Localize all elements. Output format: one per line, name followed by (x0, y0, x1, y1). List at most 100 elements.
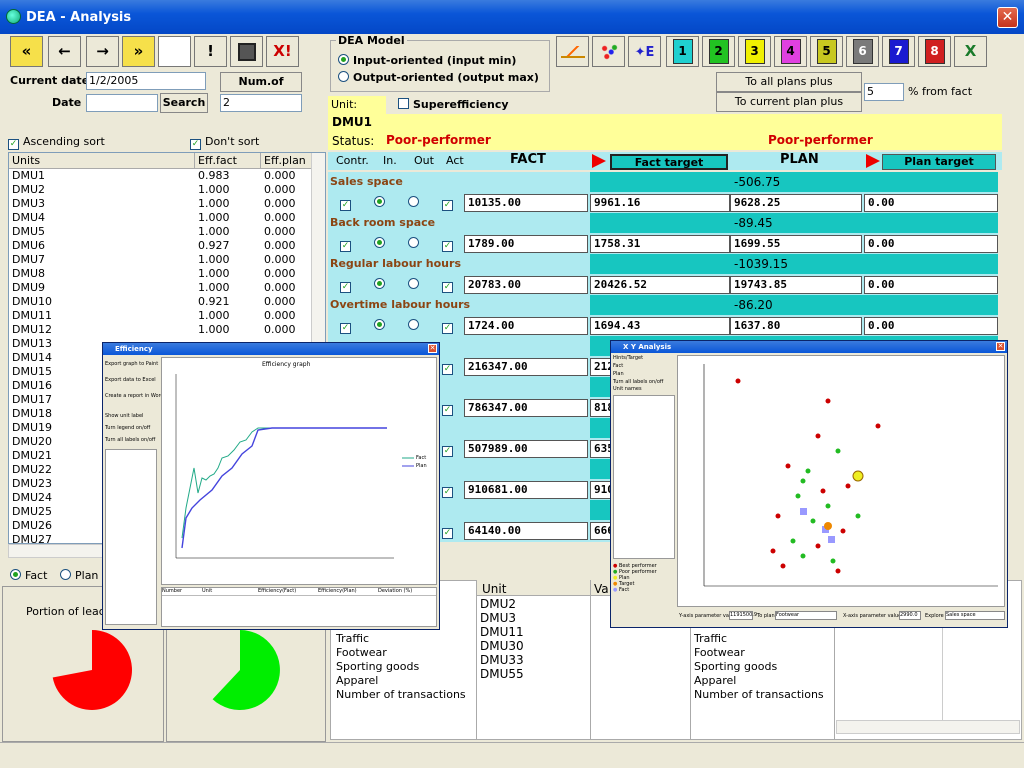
save-button[interactable] (230, 36, 263, 67)
current-date-field[interactable]: 1/2/2005 (86, 72, 206, 90)
explore-button[interactable]: Explore (925, 613, 944, 619)
fact-value-field[interactable]: 1789.00 (464, 235, 588, 253)
out-radio[interactable] (408, 237, 423, 250)
act-checkbox[interactable]: ✓ (442, 442, 457, 457)
to-all-plans-button[interactable]: To all plans plus (716, 72, 862, 92)
to-current-plan-button[interactable]: To current plan plus (716, 92, 862, 112)
contr-checkbox[interactable]: ✓ (340, 278, 355, 293)
list-item[interactable]: DMU11 (480, 625, 524, 639)
list-item[interactable]: DMU55 (480, 667, 524, 681)
x-value-field[interactable]: 2990.0 (899, 611, 921, 620)
table-row[interactable]: DMU2 1.000 0.000 (9, 183, 325, 197)
report-1-button[interactable]: 1 (666, 36, 699, 67)
fact-value-field[interactable]: 20783.00 (464, 276, 588, 294)
plan-target-button[interactable]: Plan target (882, 154, 996, 170)
export-excel-button[interactable]: Export data to Excel (105, 377, 157, 383)
list-item[interactable]: DMU3 (480, 611, 524, 625)
act-checkbox[interactable]: ✓ (442, 196, 457, 211)
xy-close-icon[interactable]: ✕ (996, 342, 1005, 351)
in-radio[interactable] (374, 319, 389, 332)
xy-plan-radio[interactable]: Plan (613, 371, 675, 377)
in-radio[interactable] (374, 196, 389, 209)
fact-target-button[interactable]: Fact target (610, 154, 728, 170)
act-checkbox[interactable]: ✓ (442, 524, 457, 539)
fact-radio[interactable]: Fact (10, 569, 47, 582)
table-row[interactable]: DMU6 0.927 0.000 (9, 239, 325, 253)
table-row[interactable]: DMU8 1.000 0.000 (9, 267, 325, 281)
report-5-button[interactable]: 5 (810, 36, 843, 67)
export-paint-button[interactable]: Export graph to Paint (105, 361, 158, 367)
fact-value-field[interactable]: 216347.00 (464, 358, 588, 376)
table-row[interactable]: DMU5 1.000 0.000 (9, 225, 325, 239)
table-row[interactable]: DMU7 1.000 0.000 (9, 253, 325, 267)
xy-analysis-window[interactable]: X Y Analysis ✕ Hints/Target Fact Plan Tu… (610, 340, 1008, 628)
fact-value-field[interactable]: 507989.00 (464, 440, 588, 458)
report-7-button[interactable]: 7 (882, 36, 915, 67)
input-oriented-radio[interactable]: Input-oriented (input min) (338, 54, 516, 67)
delete-button[interactable]: X! (266, 36, 299, 67)
search-button[interactable]: Search (160, 93, 208, 113)
plan-target-field[interactable]: 0.00 (864, 194, 998, 212)
fact-value-field[interactable]: 10135.00 (464, 194, 588, 212)
act-checkbox[interactable]: ✓ (442, 401, 457, 416)
table-row[interactable]: DMU12 1.000 0.000 (9, 323, 325, 337)
col-units[interactable]: Units (9, 153, 195, 168)
efficiency-close-icon[interactable]: ✕ (428, 344, 437, 353)
plan-target-field[interactable]: 0.00 (864, 235, 998, 253)
efficiency-unit-list[interactable] (105, 449, 157, 625)
fact-value-field[interactable]: 786347.00 (464, 399, 588, 417)
act-checkbox[interactable]: ✓ (442, 360, 457, 375)
list-item[interactable]: DMU2 (480, 597, 524, 611)
graph-button[interactable] (556, 36, 589, 67)
show-unit-label-checkbox[interactable]: Show unit label (105, 413, 157, 419)
num-dates-field[interactable]: 2 (220, 94, 302, 112)
xy-unit-list[interactable] (613, 395, 675, 559)
y-value-field[interactable]: 1191500.9 (729, 611, 757, 620)
in-radio[interactable] (374, 278, 389, 291)
table-row[interactable]: DMU9 1.000 0.000 (9, 281, 325, 295)
superefficiency-checkbox[interactable]: Superefficiency (398, 98, 509, 111)
prev-record-button[interactable]: ← (48, 36, 81, 67)
close-button[interactable]: ✕ (997, 7, 1018, 28)
report-6-button[interactable]: 6 (846, 36, 879, 67)
plan-value-field[interactable]: 1637.80 (730, 317, 862, 335)
fact-target-field[interactable]: 1758.31 (590, 235, 730, 253)
fact-value-field[interactable]: 1724.00 (464, 317, 588, 335)
percent-field[interactable]: 5 (864, 83, 904, 101)
table-row[interactable]: DMU4 1.000 0.000 (9, 211, 325, 225)
act-checkbox[interactable]: ✓ (442, 278, 457, 293)
xy-labels-checkbox[interactable]: Turn all labels on/off (613, 379, 675, 385)
plan-value-field[interactable]: 1699.55 (730, 235, 862, 253)
contr-checkbox[interactable]: ✓ (340, 196, 355, 211)
fact-value-field[interactable]: 910681.00 (464, 481, 588, 499)
xy-fact-radio[interactable]: Fact (613, 363, 675, 369)
ascending-sort-checkbox[interactable]: ✓ Ascending sort (8, 135, 105, 150)
new-document-button[interactable] (158, 36, 191, 67)
col-eff-fact[interactable]: Eff.fact (195, 153, 261, 168)
out-radio[interactable] (408, 319, 423, 332)
report-8-button[interactable]: 8 (918, 36, 951, 67)
y-param-select[interactable]: Footwear (775, 611, 837, 620)
create-word-button[interactable]: Create a report in Word (105, 393, 164, 399)
contr-checkbox[interactable]: ✓ (340, 237, 355, 252)
efficiency-window[interactable]: Efficiency ✕ Export graph to Paint Expor… (102, 342, 440, 630)
table-row[interactable]: DMU11 1.000 0.000 (9, 309, 325, 323)
report-3-button[interactable]: 3 (738, 36, 771, 67)
act-checkbox[interactable]: ✓ (442, 237, 457, 252)
list-button[interactable]: ! (194, 36, 227, 67)
fact-value-field[interactable]: 64140.00 (464, 522, 588, 540)
dont-sort-checkbox[interactable]: ✓ Don't sort (190, 135, 259, 150)
plan-radio[interactable]: Plan (60, 569, 98, 582)
output-oriented-radio[interactable]: Output-oriented (output max) (338, 71, 539, 84)
list-item[interactable]: DMU33 (480, 653, 524, 667)
act-checkbox[interactable]: ✓ (442, 319, 457, 334)
x-param-select[interactable]: Sales space (945, 611, 1005, 620)
plan-target-field[interactable]: 0.00 (864, 317, 998, 335)
bottom-hscrollbar[interactable] (836, 720, 1020, 734)
table-row[interactable]: DMU3 1.000 0.000 (9, 197, 325, 211)
plan-value-field[interactable]: 19743.85 (730, 276, 862, 294)
plan-target-field[interactable]: 0.00 (864, 276, 998, 294)
contr-checkbox[interactable]: ✓ (340, 319, 355, 334)
fact-target-field[interactable]: 9961.16 (590, 194, 730, 212)
plan-value-field[interactable]: 9628.25 (730, 194, 862, 212)
